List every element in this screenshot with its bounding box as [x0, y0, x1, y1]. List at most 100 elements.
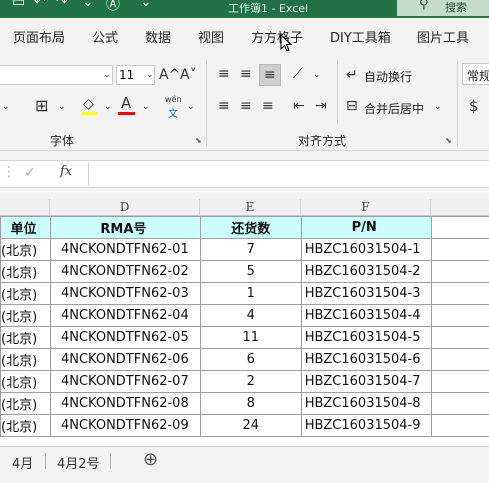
merge-center-button[interactable]: 合并后居中 [364, 100, 424, 117]
chevron-down-icon[interactable]: ⌄ [58, 102, 66, 112]
tab-formulas[interactable]: 公式 [92, 27, 118, 46]
align-right-icon[interactable]: ≡ [262, 98, 274, 114]
tab-page-layout[interactable]: 页面布局 [13, 27, 65, 46]
increase-indent-icon[interactable]: ⇥ [315, 98, 327, 114]
cell-unit[interactable]: (北京) [0, 326, 51, 349]
cell-pn[interactable]: HBZC16031504-2 [300, 260, 432, 283]
cell-rma[interactable]: 4NCKONDTFN62-08 [49, 392, 201, 415]
align-middle-icon[interactable]: ≡ [240, 66, 252, 82]
empty-cell[interactable] [430, 326, 489, 349]
cell-rma[interactable]: 4NCKONDTFN62-09 [49, 414, 201, 437]
wrap-text-button[interactable]: 自动换行 [364, 68, 412, 85]
cell-rma[interactable]: 4NCKONDTFN62-01 [49, 238, 201, 261]
cell-unit[interactable]: (北京) [0, 370, 51, 393]
qat-dropdown-icon[interactable]: ⌄ [82, 0, 94, 10]
cell-qty[interactable]: 2 [199, 370, 302, 393]
undo-icon[interactable]: ↶ [34, 0, 46, 10]
header-cell-qty[interactable]: 还货数 [199, 216, 302, 239]
cell-qty[interactable]: 7 [199, 238, 302, 261]
align-top-icon[interactable]: ≡ [218, 66, 230, 82]
add-sheet-button[interactable]: ⊕ [143, 449, 158, 470]
empty-cell[interactable] [430, 238, 489, 261]
column-header-d[interactable]: D [50, 199, 200, 216]
cell-rma[interactable]: 4NCKONDTFN62-05 [49, 326, 201, 349]
cell-qty[interactable]: 1 [199, 282, 302, 305]
chevron-down-icon[interactable]: ⌄ [434, 102, 442, 112]
cell-qty[interactable]: 24 [199, 414, 302, 437]
column-header-c[interactable] [0, 199, 50, 216]
font-a-icon[interactable]: Ⓐ [106, 0, 120, 14]
cell-rma[interactable]: 4NCKONDTFN62-06 [49, 348, 201, 371]
empty-cell[interactable] [430, 260, 489, 283]
customize-qat-icon[interactable]: ⌄ [140, 0, 152, 10]
align-bottom-button[interactable]: ≡ [259, 64, 281, 86]
tab-view[interactable]: 视图 [198, 27, 224, 46]
column-header-e[interactable]: E [200, 199, 301, 216]
header-cell-rma[interactable]: RMA号 [49, 216, 201, 239]
phonetic-button[interactable]: 文 [168, 105, 178, 120]
currency-format-button[interactable]: $ [469, 98, 479, 114]
merge-center-icon[interactable]: ⊟ [346, 98, 358, 114]
cancel-icon[interactable]: ⋮ [2, 164, 16, 180]
empty-cell[interactable] [430, 392, 489, 415]
chevron-down-icon[interactable]: ⌄ [142, 102, 150, 112]
empty-cell[interactable] [430, 282, 489, 305]
font-color-button[interactable]: A [121, 95, 131, 111]
enter-check-icon[interactable]: ✓ [24, 165, 36, 181]
cell-unit[interactable]: (北京) [0, 260, 51, 283]
cell-unit[interactable]: (北京) [0, 348, 51, 371]
cell-unit[interactable]: (北京) [0, 282, 51, 305]
empty-cell[interactable] [430, 414, 489, 437]
search-box[interactable]: ⚲ 搜索 [397, 0, 489, 16]
empty-cell[interactable] [430, 348, 489, 371]
tab-picture-tools[interactable]: 图片工具 [417, 27, 469, 46]
sheet-tab-april-2[interactable]: 4月2号 [57, 453, 100, 472]
chevron-down-icon[interactable]: ⌄ [104, 102, 112, 112]
shrink-font-button[interactable]: A˅ [180, 67, 197, 83]
column-header-g[interactable] [431, 199, 489, 216]
cell-qty[interactable]: 11 [199, 326, 302, 349]
number-format-box[interactable]: 常规 [462, 63, 489, 85]
cell-pn[interactable]: HBZC16031504-7 [300, 370, 432, 393]
fill-color-icon[interactable]: ◇ [83, 96, 94, 112]
tab-fangfang[interactable]: 方方格子 [251, 27, 303, 46]
cell-unit[interactable]: (北京) [0, 414, 51, 437]
cell-rma[interactable]: 4NCKONDTFN62-02 [49, 260, 201, 283]
dialog-launcher-icon[interactable]: ⬊ [195, 136, 202, 145]
tab-data[interactable]: 数据 [145, 27, 171, 46]
cell-unit[interactable]: (北京) [0, 304, 51, 327]
header-cell-unit[interactable]: 单位 [0, 216, 51, 239]
font-name-box[interactable]: ⌄ [0, 65, 113, 85]
cell-unit[interactable]: (北京) [0, 238, 51, 261]
chevron-down-icon[interactable]: ⌄ [313, 70, 321, 80]
cell-qty[interactable]: 6 [199, 348, 302, 371]
cell-rma[interactable]: 4NCKONDTFN62-03 [49, 282, 201, 305]
cell-qty[interactable]: 4 [199, 304, 302, 327]
redo-icon[interactable]: ↷ [56, 0, 68, 10]
align-left-icon[interactable]: ≡ [218, 98, 230, 114]
column-header-f[interactable]: F [301, 199, 431, 216]
dialog-launcher-icon[interactable]: ⬊ [445, 136, 452, 145]
insert-function-button[interactable]: fx [60, 164, 72, 179]
cell-pn[interactable]: HBZC16031504-5 [300, 326, 432, 349]
cell-qty[interactable]: 5 [199, 260, 302, 283]
cell-pn[interactable]: HBZC16031504-1 [300, 238, 432, 261]
cell-rma[interactable]: 4NCKONDTFN62-04 [49, 304, 201, 327]
save-icon[interactable]: ▭ [12, 0, 25, 10]
grow-font-button[interactable]: A^ [159, 67, 180, 83]
cell-unit[interactable]: (北京) [0, 392, 51, 415]
chevron-down-icon[interactable]: ⌄ [2, 102, 10, 112]
header-cell-pn[interactable]: P/N [300, 216, 432, 239]
formula-input[interactable] [88, 163, 489, 185]
wrap-text-icon[interactable]: ↵ [346, 67, 358, 83]
empty-cell[interactable] [430, 370, 489, 393]
sheet-tab-april[interactable]: 4月 [12, 453, 33, 472]
empty-cell[interactable] [430, 304, 489, 327]
tab-diy-toolbox[interactable]: DIY工具箱 [330, 27, 391, 46]
decrease-indent-icon[interactable]: ⇤ [293, 98, 305, 114]
empty-cell[interactable] [430, 216, 489, 239]
align-center-icon[interactable]: ≡ [240, 98, 252, 114]
cell-pn[interactable]: HBZC16031504-6 [300, 348, 432, 371]
orientation-icon[interactable]: ⟋ [293, 66, 303, 82]
cell-pn[interactable]: HBZC16031504-8 [300, 392, 432, 415]
